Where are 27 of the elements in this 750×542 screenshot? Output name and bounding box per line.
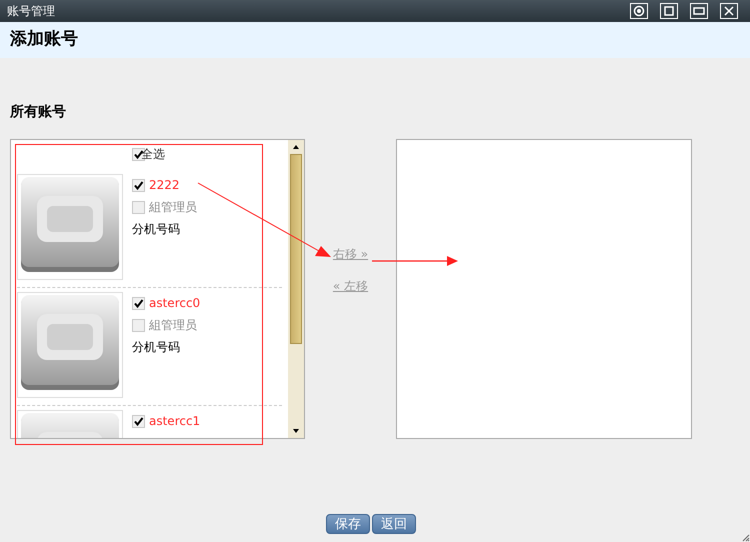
extension-label: 分机号码: [132, 221, 181, 238]
extension-label: 分机号码: [132, 339, 181, 356]
checkbox[interactable]: [132, 178, 145, 192]
select-all-label: 全选: [141, 146, 165, 163]
window-title: 账号管理: [7, 3, 55, 20]
account-name: astercc1: [149, 413, 200, 430]
account-name: astercc0: [149, 295, 200, 312]
action-button[interactable]: 保存: [326, 514, 370, 534]
checkbox[interactable]: [132, 200, 145, 214]
checkbox[interactable]: [132, 296, 145, 310]
group-admin-label: 組管理员: [149, 199, 197, 216]
move-right-link[interactable]: 右移 »: [332, 245, 368, 263]
account-name: 2222: [149, 177, 180, 194]
move-left-link[interactable]: « 左移: [332, 277, 368, 295]
action-button[interactable]: 返回: [372, 514, 416, 534]
checkbox[interactable]: [132, 414, 145, 428]
scrollbar[interactable]: [288, 140, 304, 438]
resize-grip-icon[interactable]: [742, 534, 750, 542]
close-icon[interactable]: [720, 3, 738, 19]
record-icon[interactable]: [630, 3, 648, 19]
scroll-thumb[interactable]: [290, 154, 302, 344]
group-admin-label: 組管理员: [149, 317, 197, 334]
section-label: 所有账号: [10, 103, 67, 122]
fullscreen-icon[interactable]: [660, 3, 678, 19]
checkbox[interactable]: [132, 318, 145, 332]
page-title: 添加账号: [10, 28, 78, 52]
restore-icon[interactable]: [690, 3, 708, 19]
